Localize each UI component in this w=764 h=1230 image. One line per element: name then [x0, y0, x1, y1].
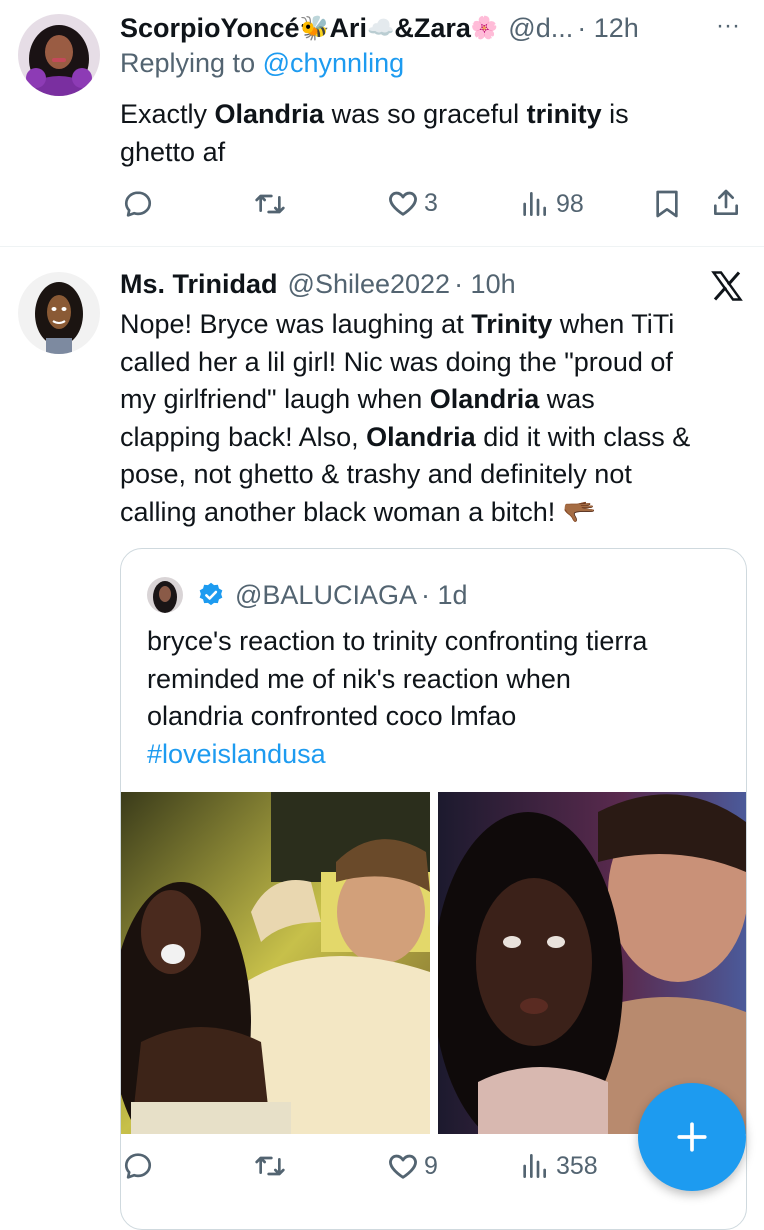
reply-icon — [124, 1153, 152, 1179]
quote-avatar[interactable] — [147, 577, 183, 613]
text-segment: clapping back! Also, — [120, 421, 367, 452]
reply-icon — [124, 191, 152, 217]
like-count: 9 — [424, 1151, 438, 1180]
views-icon — [523, 1154, 546, 1178]
retweet-button[interactable] — [252, 188, 288, 220]
views-button[interactable]: 98 — [518, 188, 584, 220]
text-segment-bold: Olandria — [429, 384, 540, 414]
tweet1-header: ScorpioYoncé 🐝 Ari ☁️ &Zara 🌸 @d... · 12… — [120, 8, 760, 48]
tweet1-time[interactable]: · 12h — [577, 13, 639, 44]
x-logo — [708, 268, 746, 309]
text-segment: calling another black woman a bitch! — [120, 496, 563, 527]
text-segment-bold: Olandria — [214, 99, 325, 129]
text-segment-bold: Trinity — [471, 309, 553, 339]
text-segment: is — [601, 99, 629, 129]
tweet2-handle[interactable]: @Shilee2022 — [288, 269, 451, 300]
verified-badge — [197, 581, 225, 614]
tweet2-time[interactable]: · 10h — [454, 269, 516, 300]
like-button[interactable]: 9 — [386, 1149, 438, 1183]
retweet-button[interactable] — [252, 1150, 288, 1182]
tweet1-text-line2: ghetto af — [120, 136, 226, 167]
quote-text: bryce's reaction to trinity confronting … — [147, 623, 737, 773]
like-button[interactable]: 3 — [386, 186, 438, 220]
bee-emoji: 🐝 — [299, 14, 330, 42]
avatar-ms-trinidad[interactable] — [18, 272, 100, 354]
tweet2-text-line2: called her a lil girl! Nic was doing the… — [120, 344, 750, 382]
retweet-icon — [255, 194, 285, 214]
tweet1-display-name-part3[interactable]: &Zara — [394, 13, 471, 44]
text-segment: when TiTi — [552, 309, 675, 339]
verified-badge-icon — [199, 582, 223, 606]
tweet1-text-line1: Exactly Olandria was so graceful trinity… — [120, 96, 740, 134]
tweet2-text-line4: clapping back! Also, Olandria did it wit… — [120, 419, 750, 457]
views-button[interactable]: 358 — [518, 1150, 598, 1182]
more-icon: ··· — [716, 12, 740, 39]
tweet2-text: Nope! Bryce was laughing at Trinity when… — [120, 306, 750, 531]
text-segment: pose, not ghetto & trashy and definitely… — [120, 459, 632, 489]
hand-emoji: 🫳🏾 — [562, 496, 597, 527]
text-segment: Exactly — [120, 99, 215, 129]
plus-icon — [677, 1122, 707, 1152]
quote-header: @BALUCIAGA · 1d — [235, 575, 468, 615]
tweet2-text-line6: calling another black woman a bitch! 🫳🏾 — [120, 494, 750, 532]
bookmark-button[interactable] — [652, 188, 682, 220]
views-count: 358 — [556, 1151, 598, 1180]
replying-to-mention[interactable]: @chynnling — [263, 48, 405, 78]
reply-button[interactable] — [122, 1150, 154, 1182]
retweet-icon — [255, 1156, 285, 1176]
quote-text-line3: olandria confronted coco lmfao — [147, 701, 517, 731]
views-icon — [523, 192, 546, 216]
tweet1-handle[interactable]: @d... — [508, 13, 573, 44]
tweet1-text: Exactly Olandria was so graceful trinity… — [120, 96, 740, 171]
replying-to-line: Replying to @chynnling — [120, 48, 404, 84]
views-count: 98 — [556, 189, 584, 218]
quote-handle[interactable]: @BALUCIAGA — [235, 580, 417, 611]
like-count: 3 — [424, 188, 438, 217]
share-icon — [714, 189, 738, 215]
tweet1-display-name[interactable]: ScorpioYoncé — [120, 13, 300, 44]
quote-text-line2: reminded me of nik's reaction when — [147, 663, 571, 694]
tweet1-display-name-part2[interactable]: Ari — [329, 13, 367, 44]
tweet2-header: Ms. Trinidad @Shilee2022 · 10h — [120, 264, 516, 304]
heart-icon — [389, 1154, 417, 1179]
text-segment: was — [539, 384, 595, 414]
compose-tweet-button[interactable] — [638, 1083, 746, 1191]
tweet-divider — [0, 246, 764, 247]
tweet2-text-line3: my girlfriend" laugh when Olandria was — [120, 381, 750, 419]
x-logo-icon — [711, 271, 743, 301]
text-segment: was so graceful — [324, 99, 527, 129]
quote-media-left[interactable] — [121, 792, 430, 1134]
text-segment-bold: trinity — [526, 99, 602, 129]
blossom-emoji: 🌸 — [470, 15, 499, 40]
tweet2-text-line1: Nope! Bryce was laughing at Trinity when… — [120, 306, 750, 344]
avatar-scorpioyonce[interactable] — [18, 14, 100, 96]
bookmark-icon — [656, 190, 678, 218]
text-segment-bold: Olandria — [366, 421, 476, 452]
replying-prefix: Replying to — [120, 48, 256, 78]
text-segment: did it with class & — [475, 421, 691, 452]
text-segment: Nope! Bryce was laughing at — [120, 309, 472, 339]
quote-text-line1: bryce's reaction to trinity confronting … — [147, 626, 648, 656]
cloud-emoji: ☁️ — [366, 15, 395, 40]
quote-time[interactable]: · 1d — [421, 580, 468, 611]
more-options-button[interactable]: ··· — [708, 12, 748, 42]
text-segment: called her a lil girl! Nic was doing the… — [120, 346, 673, 377]
quote-hashtag[interactable]: #loveislandusa — [147, 736, 737, 774]
share-button[interactable] — [710, 186, 742, 220]
tweet2-display-name[interactable]: Ms. Trinidad — [120, 269, 278, 300]
tweet2-text-line5: pose, not ghetto & trashy and definitely… — [120, 456, 750, 494]
heart-icon — [389, 191, 417, 216]
text-segment: my girlfriend" laugh when — [120, 384, 430, 414]
reply-button[interactable] — [122, 188, 154, 220]
